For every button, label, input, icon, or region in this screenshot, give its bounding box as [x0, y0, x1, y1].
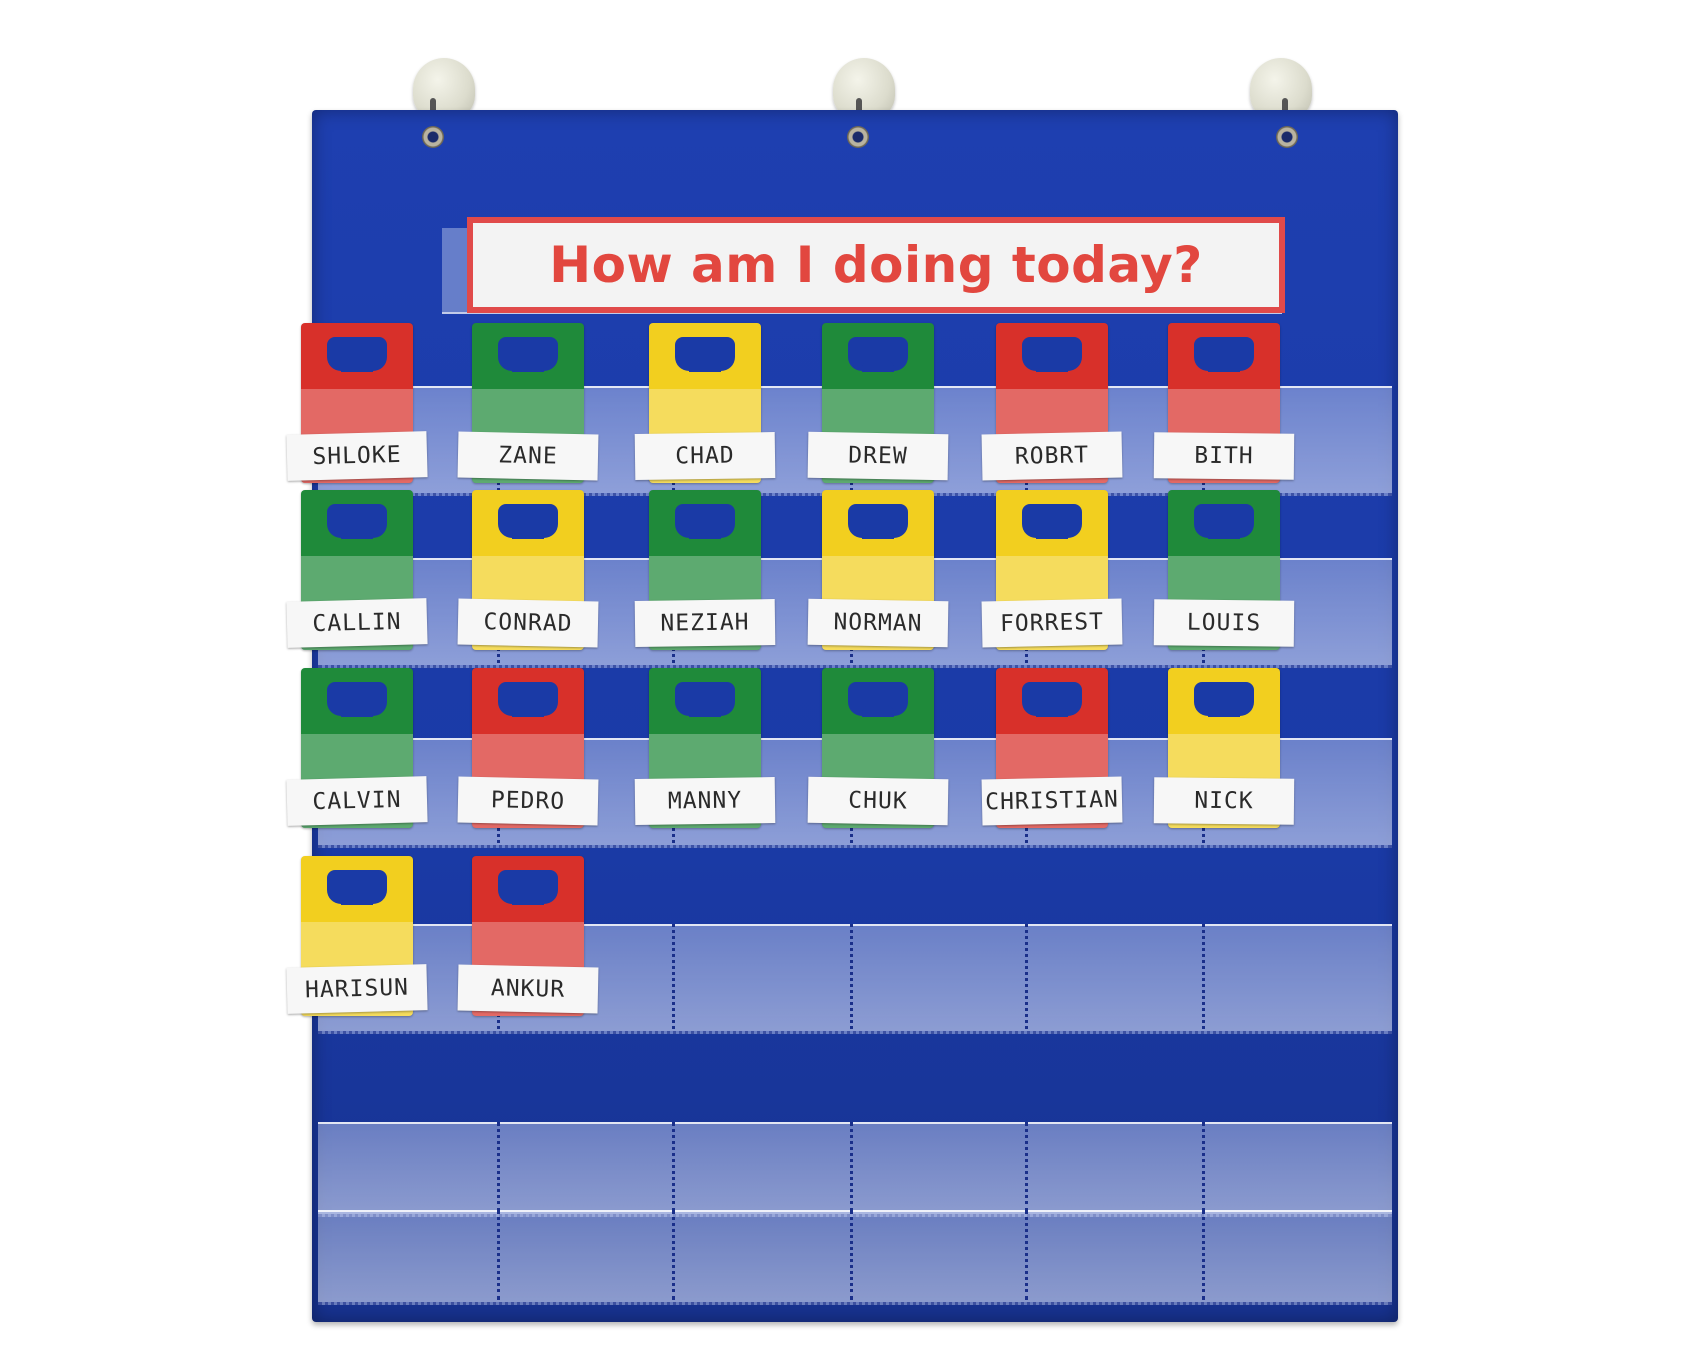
card-hole [498, 337, 558, 372]
student-name-card: DREW [807, 431, 949, 481]
card-hole [327, 337, 387, 372]
card-hole [327, 504, 387, 539]
card-hole [1194, 504, 1254, 539]
card-hole [498, 504, 558, 539]
student-name-card: BITH [1153, 432, 1295, 480]
student-name-card: CALVIN [286, 776, 428, 826]
pocket-seam [850, 1122, 853, 1212]
pocket-row [318, 1122, 1392, 1217]
card-hole [1022, 682, 1082, 717]
chart-title: How am I doing today? [549, 236, 1203, 294]
student-name-card: CONRAD [457, 598, 599, 648]
pocket-seam [1025, 1210, 1028, 1300]
card-hole [848, 682, 908, 717]
card-hole [1194, 337, 1254, 372]
card-hole [675, 504, 735, 539]
pocket-seam [1202, 924, 1205, 1029]
student-name-card: ZANE [457, 431, 599, 481]
grommet-center [847, 126, 869, 148]
pocket-seam [497, 1210, 500, 1300]
student-name-card: MANNY [634, 777, 776, 825]
grommet-right [1276, 126, 1298, 148]
pocket-seam [1025, 924, 1028, 1029]
grommet-left [422, 126, 444, 148]
pocket-seam [672, 924, 675, 1029]
student-name-card: PEDRO [457, 776, 599, 826]
student-name-card: NICK [1153, 777, 1295, 825]
title-card: How am I doing today? [467, 217, 1285, 313]
student-name-card: FORREST [981, 598, 1123, 648]
pocket-seam [1202, 1210, 1205, 1300]
student-name-card: SHLOKE [286, 431, 428, 481]
card-hole [498, 870, 558, 905]
pocket-seam [497, 1122, 500, 1212]
pocket-seam [672, 1122, 675, 1212]
student-name-card: NEZIAH [634, 599, 776, 647]
pocket-seam [850, 1210, 853, 1300]
pocket-seam [672, 1210, 675, 1300]
card-hole [675, 682, 735, 717]
student-name-card: ANKUR [457, 964, 599, 1014]
card-hole [848, 337, 908, 372]
student-name-card: CHAD [634, 432, 776, 480]
card-hole [1022, 504, 1082, 539]
student-name-card: CHRISTIAN [981, 776, 1123, 826]
pocket-seam [1025, 1122, 1028, 1212]
card-hole [1022, 337, 1082, 372]
card-hole [1194, 682, 1254, 717]
student-name-card: HARISUN [286, 964, 428, 1014]
student-name-card: CALLIN [286, 598, 428, 648]
student-name-card: NORMAN [807, 598, 949, 648]
student-name-card: ROBRT [981, 431, 1123, 481]
student-name-card: LOUIS [1153, 599, 1295, 647]
card-hole [848, 504, 908, 539]
card-hole [327, 870, 387, 905]
card-hole [675, 337, 735, 372]
card-hole [498, 682, 558, 717]
pocket-seam [1202, 1122, 1205, 1212]
card-hole [327, 682, 387, 717]
pocket-row [318, 1210, 1392, 1305]
pocket-seam [850, 924, 853, 1029]
student-name-card: CHUK [807, 776, 949, 826]
